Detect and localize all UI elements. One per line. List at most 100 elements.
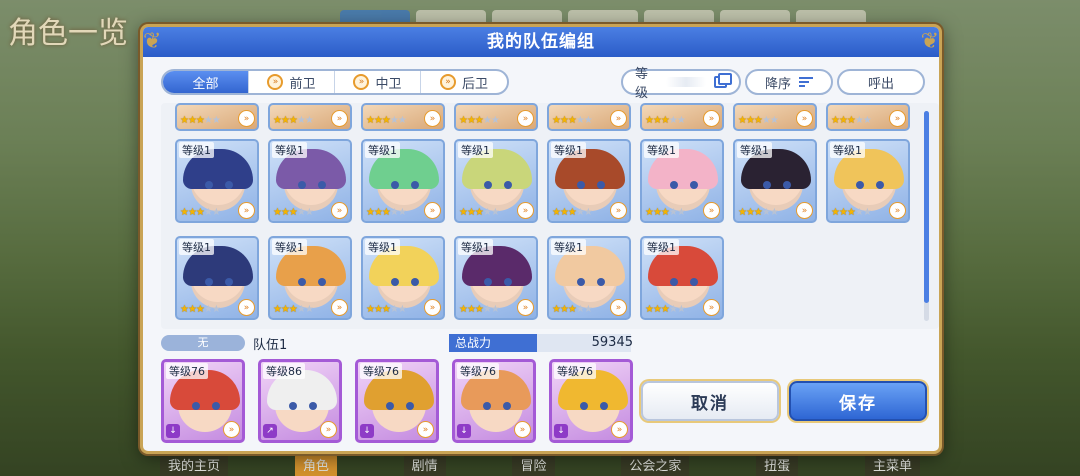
character-card[interactable]: ★★★★★ » xyxy=(733,103,817,131)
character-level: 等级1 xyxy=(272,142,307,158)
cancel-button[interactable]: 取消 xyxy=(641,381,779,421)
background-nav-item: 扭蛋 xyxy=(756,453,799,476)
character-card[interactable]: ★★★★★ » xyxy=(175,103,259,131)
rarity-stars: ★★★★★ xyxy=(366,207,407,218)
character-card[interactable]: 等级1 ★★★★★ » xyxy=(268,236,352,320)
rarity-stars: ★★★★★ xyxy=(459,115,500,126)
rarity-stars: ★★★★★ xyxy=(180,115,221,126)
role-badge-icon: » xyxy=(610,299,627,316)
character-card[interactable]: 等级1 ★★★★★ » xyxy=(175,236,259,320)
character-card[interactable]: ★★★★★ » xyxy=(361,103,445,131)
role-badge-icon: » xyxy=(796,110,813,127)
character-card[interactable]: ★★★★★ » xyxy=(268,103,352,131)
sort-field-select[interactable]: 等级 xyxy=(621,67,741,101)
role-badge-icon: » xyxy=(703,202,720,219)
character-roster: ★★★★★ » ★★★★★ » ★★★★★ » ★★★★★ » ★★★★★ » ★★★★★ » ★★★★… xyxy=(161,103,939,329)
rarity-stars: ★★★★★ xyxy=(180,207,221,218)
sort-order-label: 降序 xyxy=(764,76,791,92)
character-card[interactable]: 等级1 ★★★★★ » xyxy=(268,139,352,223)
background-bottom-nav: 我的主页 角色 剧情 冒险 公会之家 扭蛋 主菜单 xyxy=(150,453,930,476)
rank-icon: ↗ xyxy=(263,424,277,438)
rank-icon: ↓ xyxy=(554,424,568,438)
rank-icon: ↓ xyxy=(166,424,180,438)
rarity-stars: ★★★★★ xyxy=(831,207,872,218)
filter-tab-label: 全部 xyxy=(192,76,219,92)
character-card[interactable]: 等级1 ★★★★★ » xyxy=(454,236,538,320)
filter-tab[interactable]: » 中卫 xyxy=(335,71,421,93)
character-card[interactable]: 等级1 ★★★★★ » xyxy=(361,236,445,320)
rarity-stars: ★★★★★ xyxy=(738,207,779,218)
character-level: 等级76 xyxy=(554,363,596,379)
role-badge-icon: » xyxy=(610,202,627,219)
sort-order-button[interactable]: 降序 xyxy=(745,69,833,95)
character-card[interactable]: 等级1 ★★★★★ » xyxy=(547,236,631,320)
team-member-card[interactable]: 等级76 ↓ » xyxy=(549,359,633,443)
window-icon xyxy=(714,73,732,88)
character-card[interactable]: 等级1 ★★★★★ » xyxy=(361,139,445,223)
team-member-card[interactable]: 等级76 ↓ » xyxy=(355,359,439,443)
role-badge-icon: » xyxy=(238,202,255,219)
character-card[interactable]: 等级1 ★★★★★ » xyxy=(640,236,724,320)
character-card[interactable]: 等级1 ★★★★★ » xyxy=(547,139,631,223)
role-icon: » xyxy=(267,74,284,90)
filter-tab[interactable]: » 前卫 xyxy=(249,71,335,93)
team-name: 队伍1 xyxy=(253,338,288,353)
character-card[interactable]: ★★★★★ » xyxy=(454,103,538,131)
character-level: 等级76 xyxy=(360,363,402,379)
rarity-stars: ★★★★★ xyxy=(459,207,500,218)
character-level: 等级1 xyxy=(644,142,679,158)
character-card[interactable]: 等级1 ★★★★★ » xyxy=(826,139,910,223)
role-badge-icon: » xyxy=(517,110,534,127)
rarity-stars: ★★★★★ xyxy=(459,304,500,315)
background-nav-item: 公会之家 xyxy=(621,453,690,476)
rarity-stars: ★★★★★ xyxy=(552,115,593,126)
save-button[interactable]: 保存 xyxy=(789,381,927,421)
rarity-stars: ★★★★★ xyxy=(366,304,407,315)
background-nav-item: 冒险 xyxy=(512,453,555,476)
rarity-stars: ★★★★★ xyxy=(645,115,686,126)
rarity-stars: ★★★★★ xyxy=(273,115,314,126)
roster-scrollbar[interactable] xyxy=(924,111,929,321)
position-filter-tabs: 全部 » 前卫 » 中卫 » 后卫 xyxy=(161,69,509,95)
rarity-stars: ★★★★★ xyxy=(645,207,686,218)
team-member-card[interactable]: 等级86 ↗ » xyxy=(258,359,342,443)
character-level: 等级1 xyxy=(644,239,679,255)
role-badge-icon: » xyxy=(703,110,720,127)
character-level: 等级1 xyxy=(458,142,493,158)
character-card[interactable]: ★★★★★ » xyxy=(547,103,631,131)
sort-icon xyxy=(799,75,813,89)
role-badge-icon: » xyxy=(331,202,348,219)
total-power-value: 59345 xyxy=(591,335,633,350)
team-member-card[interactable]: 等级76 ↓ » xyxy=(161,359,245,443)
character-level: 等级1 xyxy=(179,239,214,255)
role-badge-icon: » xyxy=(424,202,441,219)
character-card[interactable]: ★★★★★ » xyxy=(640,103,724,131)
filter-tab[interactable]: 全部 xyxy=(163,71,249,93)
role-icon: » xyxy=(439,74,456,90)
team-tag: 无 xyxy=(161,335,245,351)
rarity-stars: ★★★★★ xyxy=(645,304,686,315)
role-badge-icon: » xyxy=(331,110,348,127)
background-nav-item: 角色 xyxy=(294,453,337,476)
background-nav-item: 主菜单 xyxy=(864,453,920,476)
role-badge-icon: » xyxy=(417,421,434,438)
character-card[interactable]: 等级1 ★★★★★ » xyxy=(175,139,259,223)
role-badge-icon: » xyxy=(238,299,255,316)
character-card[interactable]: 等级1 ★★★★★ » xyxy=(454,139,538,223)
role-icon: » xyxy=(353,74,370,90)
call-out-button[interactable]: 呼出 xyxy=(837,69,925,95)
rank-icon: ↓ xyxy=(360,424,374,438)
role-badge-icon: » xyxy=(610,110,627,127)
team-edit-dialog: 我的队伍编组 ❦ ❦ 全部» 前卫» 中卫» 后卫 等级 降序 呼出 ★★★★★» ★★… xyxy=(140,24,942,454)
team-member-card[interactable]: 等级76 ↓ » xyxy=(452,359,536,443)
character-level: 等级1 xyxy=(272,239,307,255)
character-level: 等级1 xyxy=(551,142,586,158)
character-card[interactable]: 等级1 ★★★★★ » xyxy=(640,139,724,223)
rarity-stars: ★★★★★ xyxy=(738,115,779,126)
background-nav-item: 我的主页 xyxy=(160,453,229,476)
filter-tab-label: 前卫 xyxy=(289,76,316,92)
character-card[interactable]: ★★★★★ » xyxy=(826,103,910,131)
role-badge-icon: » xyxy=(889,202,906,219)
character-card[interactable]: 等级1 ★★★★★ » xyxy=(733,139,817,223)
filter-tab[interactable]: » 后卫 xyxy=(421,71,507,93)
